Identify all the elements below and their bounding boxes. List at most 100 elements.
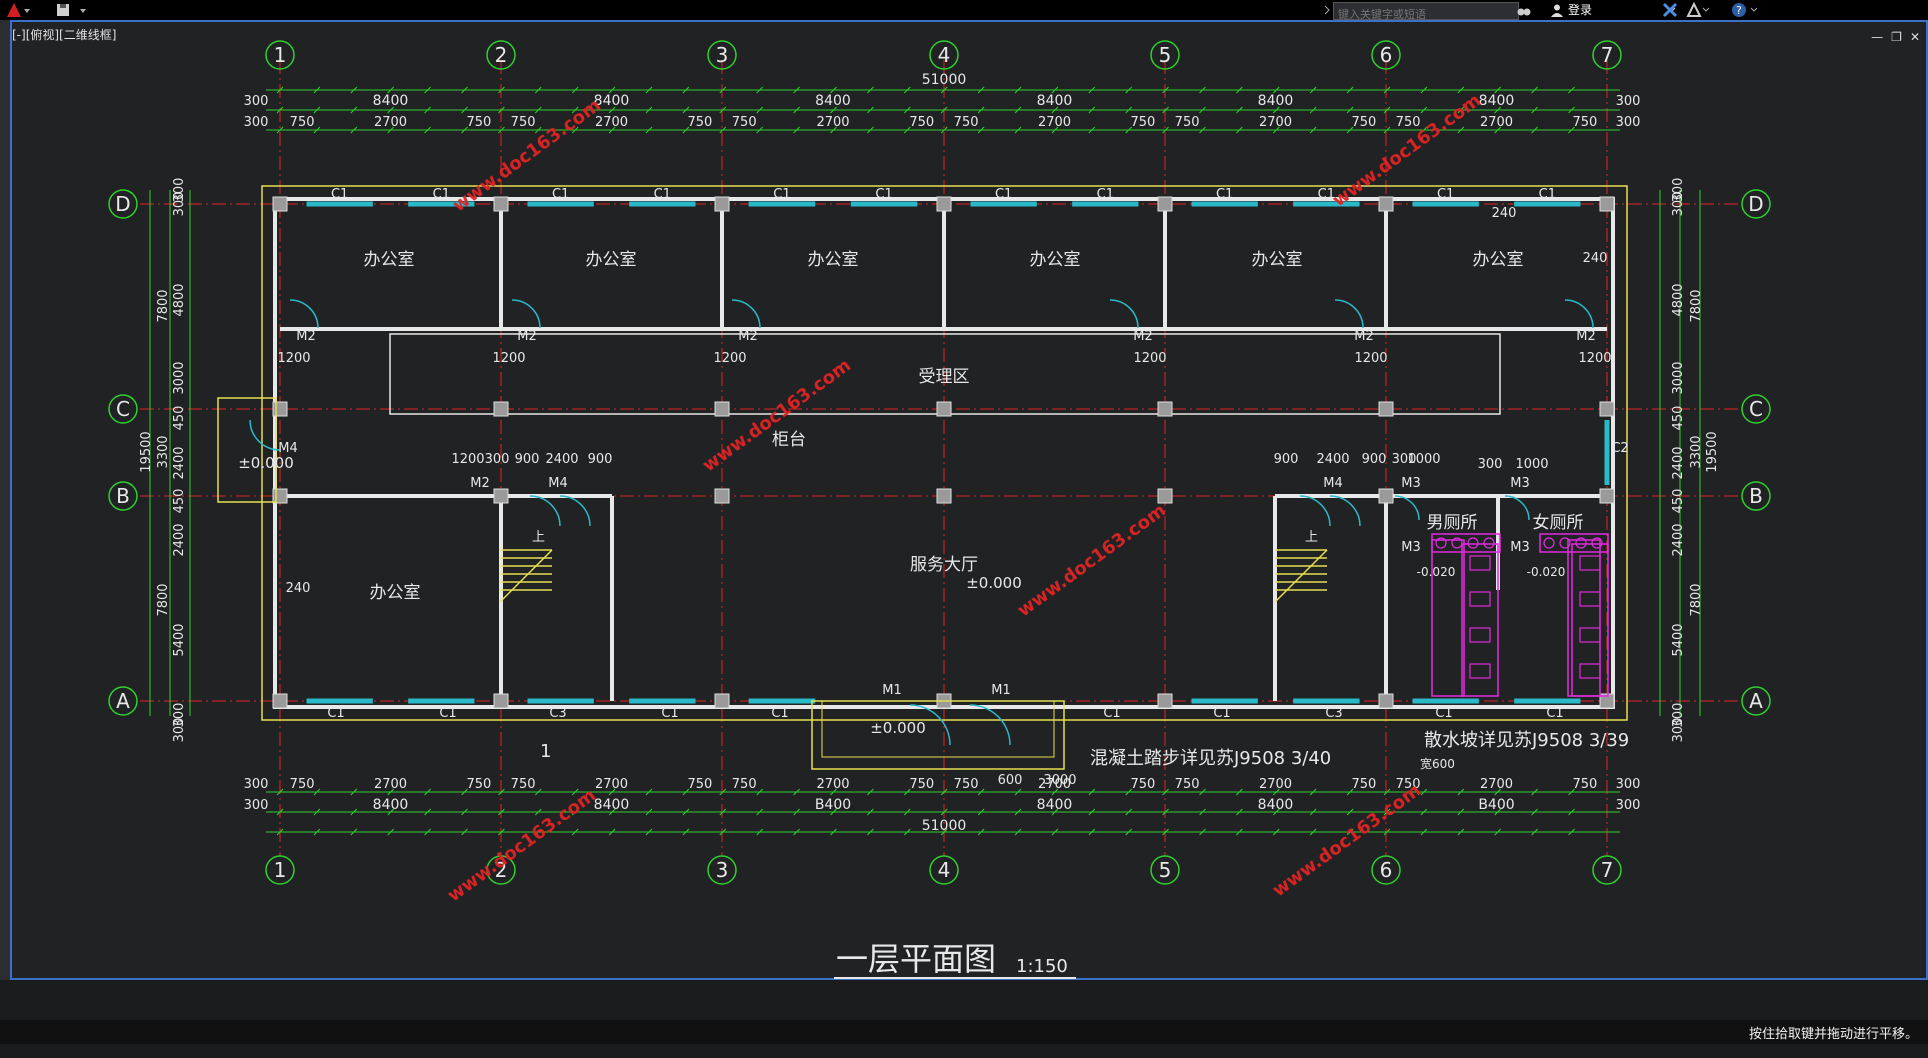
door-m4-double — [1329, 495, 1361, 527]
tag-m1: M1 — [991, 683, 1011, 698]
misc-dim: 240 — [286, 581, 311, 596]
left-tool-strip — [0, 20, 10, 980]
level-mark-wc: -0.020 — [1527, 565, 1566, 579]
tag-m4: M4 — [1323, 476, 1343, 491]
left-dim: 300 — [172, 718, 187, 743]
sub-dim-bottom: 750 — [732, 777, 757, 792]
annotations: 300 300 300 300 4800 4800 3000 3000 450 450 2400 24… — [139, 178, 1720, 979]
room-label-office: 办公室 — [1030, 250, 1081, 270]
axis-label-3: 3 — [716, 43, 729, 67]
column — [1157, 693, 1173, 709]
axis-label-5: 5 — [1159, 43, 1172, 67]
toilet-pan — [1579, 555, 1601, 571]
sub-dim-bottom: 750 — [954, 777, 979, 792]
sub-dim-top: 750 — [954, 115, 979, 130]
tag-c3: C3 — [1325, 706, 1342, 721]
bay-dim-bottom: 8400 — [1037, 797, 1073, 813]
command-area[interactable] — [0, 980, 1928, 1058]
drawing-title: 一层平面图 — [836, 940, 996, 978]
misc-dim: 1200 — [713, 351, 746, 366]
room-label-counter: 柜台 — [772, 430, 806, 450]
axis-label-B: B — [116, 484, 130, 508]
note-steps: 混凝土踏步详见苏J9508 3/40 — [1090, 748, 1331, 769]
column — [714, 401, 730, 417]
right-dim: 300 — [1671, 718, 1686, 743]
door-m3 — [1504, 495, 1530, 521]
left-dim: 450 — [172, 489, 187, 514]
sub-dim-bottom: 750 — [1351, 777, 1376, 792]
axis-label-7: 7 — [1601, 858, 1614, 882]
column — [936, 196, 952, 212]
door-m4-double — [1299, 495, 1331, 527]
user-icon — [1551, 4, 1563, 17]
left-dim: 2400 — [172, 523, 187, 556]
column — [714, 196, 730, 212]
axis-label-A: A — [116, 689, 130, 713]
column — [1378, 488, 1394, 504]
sub-dim-bottom: 2700 — [595, 777, 628, 792]
floor-plan-drawing[interactable]: 11223344556677D DC CB BA A 51000510008400840… — [10, 20, 1928, 980]
note-ramp-width: 宽600 — [1420, 756, 1455, 771]
exchange-x-icon[interactable] — [1662, 2, 1678, 18]
sub-dim-bottom: 750 — [511, 777, 536, 792]
misc-dim: 2400 — [1316, 452, 1349, 467]
binoculars-icon[interactable] — [1516, 2, 1532, 18]
bay-dim-bottom: 8400 — [373, 797, 409, 813]
column — [493, 488, 509, 504]
tag-c1: C1 — [771, 706, 788, 721]
sub-dim-bottom: 750 — [687, 777, 712, 792]
sub-dim-top: 750 — [1572, 115, 1597, 130]
door-m1 — [969, 704, 1011, 746]
toilet-pan — [1579, 663, 1601, 679]
door-m4-double — [559, 495, 591, 527]
tag-c1: C1 — [1546, 706, 1563, 721]
help-icon[interactable]: ? — [1730, 1, 1760, 19]
sub-dim-bottom: 750 — [909, 777, 934, 792]
right-dim: 300 — [1671, 192, 1686, 217]
sub-dim-top: 750 — [1130, 115, 1155, 130]
column — [1378, 401, 1394, 417]
room-label-office: 办公室 — [370, 583, 421, 603]
drawing-scale: 1:150 — [1016, 956, 1068, 977]
application-menu-button[interactable] — [4, 1, 30, 19]
sub-dim-bottom: 750 — [1175, 777, 1200, 792]
tag-c1: C1 — [552, 187, 569, 202]
tag-m3: M3 — [1510, 540, 1530, 555]
bay-dim-bottom: 8400 — [594, 797, 630, 813]
quick-access-toolbar[interactable] — [54, 1, 94, 19]
level-mark: ±0.000 — [238, 454, 294, 472]
save-icon[interactable] — [54, 1, 94, 19]
chevron-right-icon[interactable] — [1322, 3, 1332, 17]
tag-m2: M2 — [1354, 329, 1374, 344]
sub-dim-top: 2700 — [816, 115, 849, 130]
sub-dim-bottom: 2700 — [374, 777, 407, 792]
total-width-top: 51000 — [922, 72, 967, 88]
tag-c3: C3 — [549, 706, 566, 721]
column — [1378, 196, 1394, 212]
tag-c1: C1 — [661, 706, 678, 721]
door-m3 — [1394, 495, 1420, 521]
misc-dim: 1200 — [1133, 351, 1166, 366]
misc-dim: 2400 — [545, 452, 578, 467]
axis-label-5: 5 — [1159, 858, 1172, 882]
column — [1157, 401, 1173, 417]
total-height-left: 19500 — [139, 431, 154, 472]
misc-dim: 900 — [515, 452, 540, 467]
left-dim-outer: 3300 — [156, 435, 171, 468]
column — [936, 488, 952, 504]
room-label-office: 办公室 — [1252, 250, 1303, 270]
column — [1157, 488, 1173, 504]
a360-icon[interactable] — [1686, 2, 1710, 18]
bay-dim-bottom: B400 — [1478, 797, 1514, 813]
room-label-reception: 受理区 — [919, 367, 970, 387]
status-bar — [0, 1020, 1928, 1044]
column — [493, 196, 509, 212]
right-dim: 450 — [1671, 489, 1686, 514]
axis-label-A: A — [1749, 689, 1763, 713]
login-button[interactable]: 登录 — [1550, 1, 1678, 18]
misc-dim: 1200 — [1354, 351, 1387, 366]
column — [272, 488, 288, 504]
search-box[interactable] — [1333, 2, 1519, 23]
toilet-pan — [1579, 627, 1601, 643]
sub-dim-top: 2700 — [1259, 115, 1292, 130]
